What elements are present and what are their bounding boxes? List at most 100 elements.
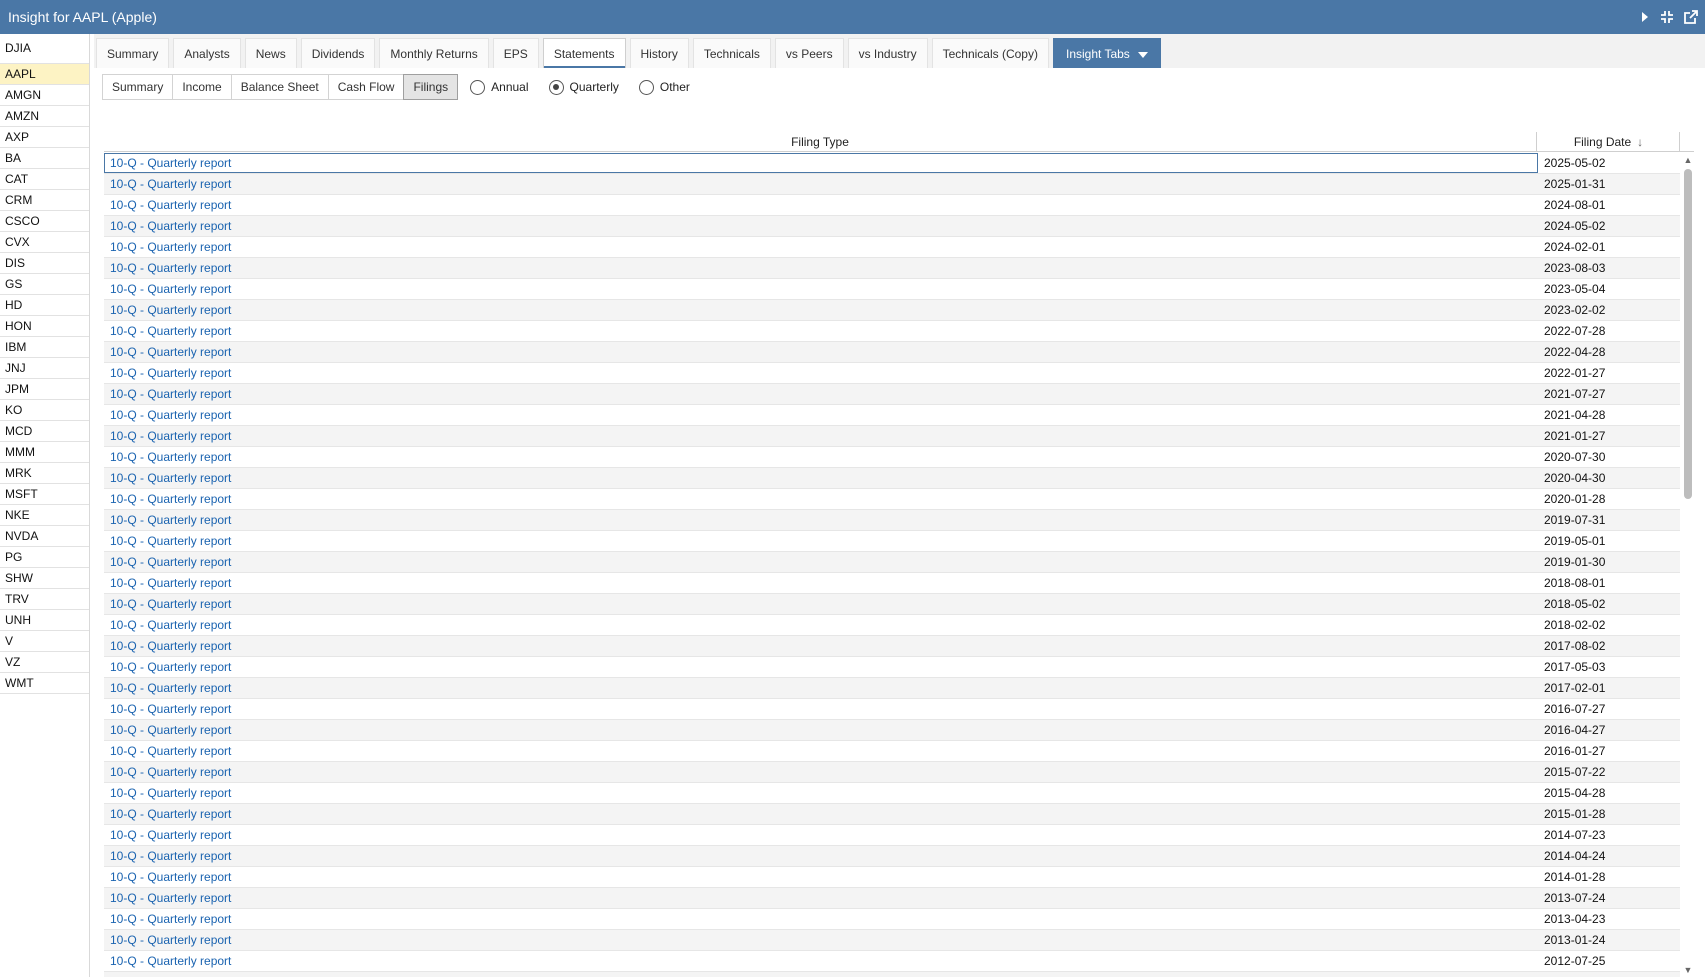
tab-dividends[interactable]: Dividends xyxy=(300,38,376,68)
symbol-item-jnj[interactable]: JNJ xyxy=(0,358,89,379)
symbol-item-cvx[interactable]: CVX xyxy=(0,232,89,253)
filing-link[interactable]: 10-Q - Quarterly report xyxy=(104,804,1538,824)
symbol-item-amgn[interactable]: AMGN xyxy=(0,85,89,106)
filing-link[interactable]: 10-Q - Quarterly report xyxy=(104,405,1538,425)
symbol-item-mmm[interactable]: MMM xyxy=(0,442,89,463)
filing-link[interactable]: 10-Q - Quarterly report xyxy=(104,447,1538,467)
filing-link[interactable]: 10-Q - Quarterly report xyxy=(104,174,1538,194)
symbol-item-hd[interactable]: HD xyxy=(0,295,89,316)
table-row[interactable]: 10-Q - Quarterly report 2013-04-23 xyxy=(104,909,1680,930)
table-row[interactable]: 10-Q - Quarterly report 2022-04-28 xyxy=(104,342,1680,363)
filing-link[interactable]: 10-Q - Quarterly report xyxy=(104,741,1538,761)
table-row[interactable]: 10-Q - Quarterly report 2016-04-27 xyxy=(104,720,1680,741)
filing-link[interactable]: 10-Q - Quarterly report xyxy=(104,846,1538,866)
symbol-item-trv[interactable]: TRV xyxy=(0,589,89,610)
symbol-item-mcd[interactable]: MCD xyxy=(0,421,89,442)
symbol-item-jpm[interactable]: JPM xyxy=(0,379,89,400)
table-row[interactable]: 10-Q - Quarterly report 2017-08-02 xyxy=(104,636,1680,657)
filing-link[interactable]: 10-Q - Quarterly report xyxy=(104,153,1538,173)
table-row[interactable]: 10-Q - Quarterly report 2015-01-28 xyxy=(104,804,1680,825)
symbol-item-cat[interactable]: CAT xyxy=(0,169,89,190)
subtab-cash-flow[interactable]: Cash Flow xyxy=(327,74,404,100)
table-row[interactable]: 10-Q - Quarterly report 2018-05-02 xyxy=(104,594,1680,615)
table-row[interactable]: 10-Q - Quarterly report 2019-01-30 xyxy=(104,552,1680,573)
subtab-income[interactable]: Income xyxy=(172,74,231,100)
table-row[interactable]: 10-Q - Quarterly report 2016-07-27 xyxy=(104,699,1680,720)
table-row[interactable]: 10-Q - Quarterly report 2023-08-03 xyxy=(104,258,1680,279)
table-row[interactable]: 10-Q - Quarterly report 2024-08-01 xyxy=(104,195,1680,216)
table-row[interactable]: 10-Q - Quarterly report2012-04-25 xyxy=(104,972,1680,977)
table-row[interactable]: 10-Q - Quarterly report 2013-01-24 xyxy=(104,930,1680,951)
tab-vs-industry[interactable]: vs Industry xyxy=(847,38,928,68)
tab-technicals[interactable]: Technicals xyxy=(692,38,771,68)
popout-icon[interactable] xyxy=(1683,9,1699,25)
table-row[interactable]: 10-Q - Quarterly report 2022-01-27 xyxy=(104,363,1680,384)
table-row[interactable]: 10-Q - Quarterly report 2014-04-24 xyxy=(104,846,1680,867)
symbol-item-dis[interactable]: DIS xyxy=(0,253,89,274)
symbol-item-shw[interactable]: SHW xyxy=(0,568,89,589)
filing-link[interactable]: 10-Q - Quarterly report xyxy=(104,342,1538,362)
symbol-item-mrk[interactable]: MRK xyxy=(0,463,89,484)
symbol-item-v[interactable]: V xyxy=(0,631,89,652)
symbol-item-pg[interactable]: PG xyxy=(0,547,89,568)
column-header-filing-date[interactable]: Filing Date ↓ xyxy=(1538,132,1680,152)
symbol-item-ba[interactable]: BA xyxy=(0,148,89,169)
symbol-item-gs[interactable]: GS xyxy=(0,274,89,295)
table-row[interactable]: 10-Q - Quarterly report 2023-05-04 xyxy=(104,279,1680,300)
filing-link[interactable]: 10-Q - Quarterly report xyxy=(104,552,1538,572)
filing-link[interactable]: 10-Q - Quarterly report xyxy=(104,972,1538,977)
symbol-item-unh[interactable]: UNH xyxy=(0,610,89,631)
filing-link[interactable]: 10-Q - Quarterly report xyxy=(104,426,1538,446)
filing-link[interactable]: 10-Q - Quarterly report xyxy=(104,195,1538,215)
filing-link[interactable]: 10-Q - Quarterly report xyxy=(104,384,1538,404)
tab-history[interactable]: History xyxy=(629,38,689,68)
filing-link[interactable]: 10-Q - Quarterly report xyxy=(104,615,1538,635)
filing-link[interactable]: 10-Q - Quarterly report xyxy=(104,762,1538,782)
collapse-icon[interactable] xyxy=(1659,9,1675,25)
tab-vs-peers[interactable]: vs Peers xyxy=(774,38,844,68)
radio-quarterly[interactable]: Quarterly xyxy=(548,79,619,95)
table-row[interactable]: 10-Q - Quarterly report 2021-04-28 xyxy=(104,405,1680,426)
symbol-item-nke[interactable]: NKE xyxy=(0,505,89,526)
table-row[interactable]: 10-Q - Quarterly report 2021-07-27 xyxy=(104,384,1680,405)
filing-link[interactable]: 10-Q - Quarterly report xyxy=(104,825,1538,845)
filing-link[interactable]: 10-Q - Quarterly report xyxy=(104,489,1538,509)
table-row[interactable]: 10-Q - Quarterly report 2013-07-24 xyxy=(104,888,1680,909)
symbol-item-crm[interactable]: CRM xyxy=(0,190,89,211)
table-row[interactable]: 10-Q - Quarterly report 2024-05-02 xyxy=(104,216,1680,237)
filing-link[interactable]: 10-Q - Quarterly report xyxy=(104,657,1538,677)
symbol-item-nvda[interactable]: NVDA xyxy=(0,526,89,547)
vertical-scrollbar[interactable]: ▲ ▼ xyxy=(1682,153,1694,977)
table-row[interactable]: 10-Q - Quarterly report 2014-07-23 xyxy=(104,825,1680,846)
filing-link[interactable]: 10-Q - Quarterly report xyxy=(104,216,1538,236)
table-row[interactable]: 10-Q - Quarterly report 2018-08-01 xyxy=(104,573,1680,594)
tab-statements[interactable]: Statements xyxy=(542,38,626,68)
table-row[interactable]: 10-Q - Quarterly report 2014-01-28 xyxy=(104,867,1680,888)
filing-link[interactable]: 10-Q - Quarterly report xyxy=(104,363,1538,383)
tab-monthly-returns[interactable]: Monthly Returns xyxy=(379,38,489,68)
table-row[interactable]: 10-Q - Quarterly report 2020-01-28 xyxy=(104,489,1680,510)
table-row[interactable]: 10-Q - Quarterly report 2020-07-30 xyxy=(104,447,1680,468)
symbol-item-ibm[interactable]: IBM xyxy=(0,337,89,358)
filing-link[interactable]: 10-Q - Quarterly report xyxy=(104,888,1538,908)
filing-link[interactable]: 10-Q - Quarterly report xyxy=(104,258,1538,278)
symbol-item-hon[interactable]: HON xyxy=(0,316,89,337)
insight-tabs-dropdown[interactable]: Insight Tabs xyxy=(1052,38,1161,68)
subtab-summary[interactable]: Summary xyxy=(102,74,173,100)
radio-other[interactable]: Other xyxy=(638,79,690,95)
filing-link[interactable]: 10-Q - Quarterly report xyxy=(104,594,1538,614)
filing-link[interactable]: 10-Q - Quarterly report xyxy=(104,279,1538,299)
table-row[interactable]: 10-Q - Quarterly report 2017-05-03 xyxy=(104,657,1680,678)
table-row[interactable]: 10-Q - Quarterly report 2023-02-02 xyxy=(104,300,1680,321)
table-row[interactable]: 10-Q - Quarterly report 2022-07-28 xyxy=(104,321,1680,342)
scroll-thumb[interactable] xyxy=(1684,169,1692,499)
filing-link[interactable]: 10-Q - Quarterly report xyxy=(104,720,1538,740)
filing-link[interactable]: 10-Q - Quarterly report xyxy=(104,300,1538,320)
subtab-balance-sheet[interactable]: Balance Sheet xyxy=(230,74,328,100)
table-row[interactable]: 10-Q - Quarterly report 2018-02-02 xyxy=(104,615,1680,636)
subtab-filings[interactable]: Filings xyxy=(403,74,459,100)
column-header-filing-type[interactable]: Filing Type xyxy=(104,132,1537,152)
table-row[interactable]: 10-Q - Quarterly report 2021-01-27 xyxy=(104,426,1680,447)
symbol-item-aapl[interactable]: AAPL xyxy=(0,64,89,85)
tab-technicals-copy[interactable]: Technicals (Copy) xyxy=(931,38,1049,68)
